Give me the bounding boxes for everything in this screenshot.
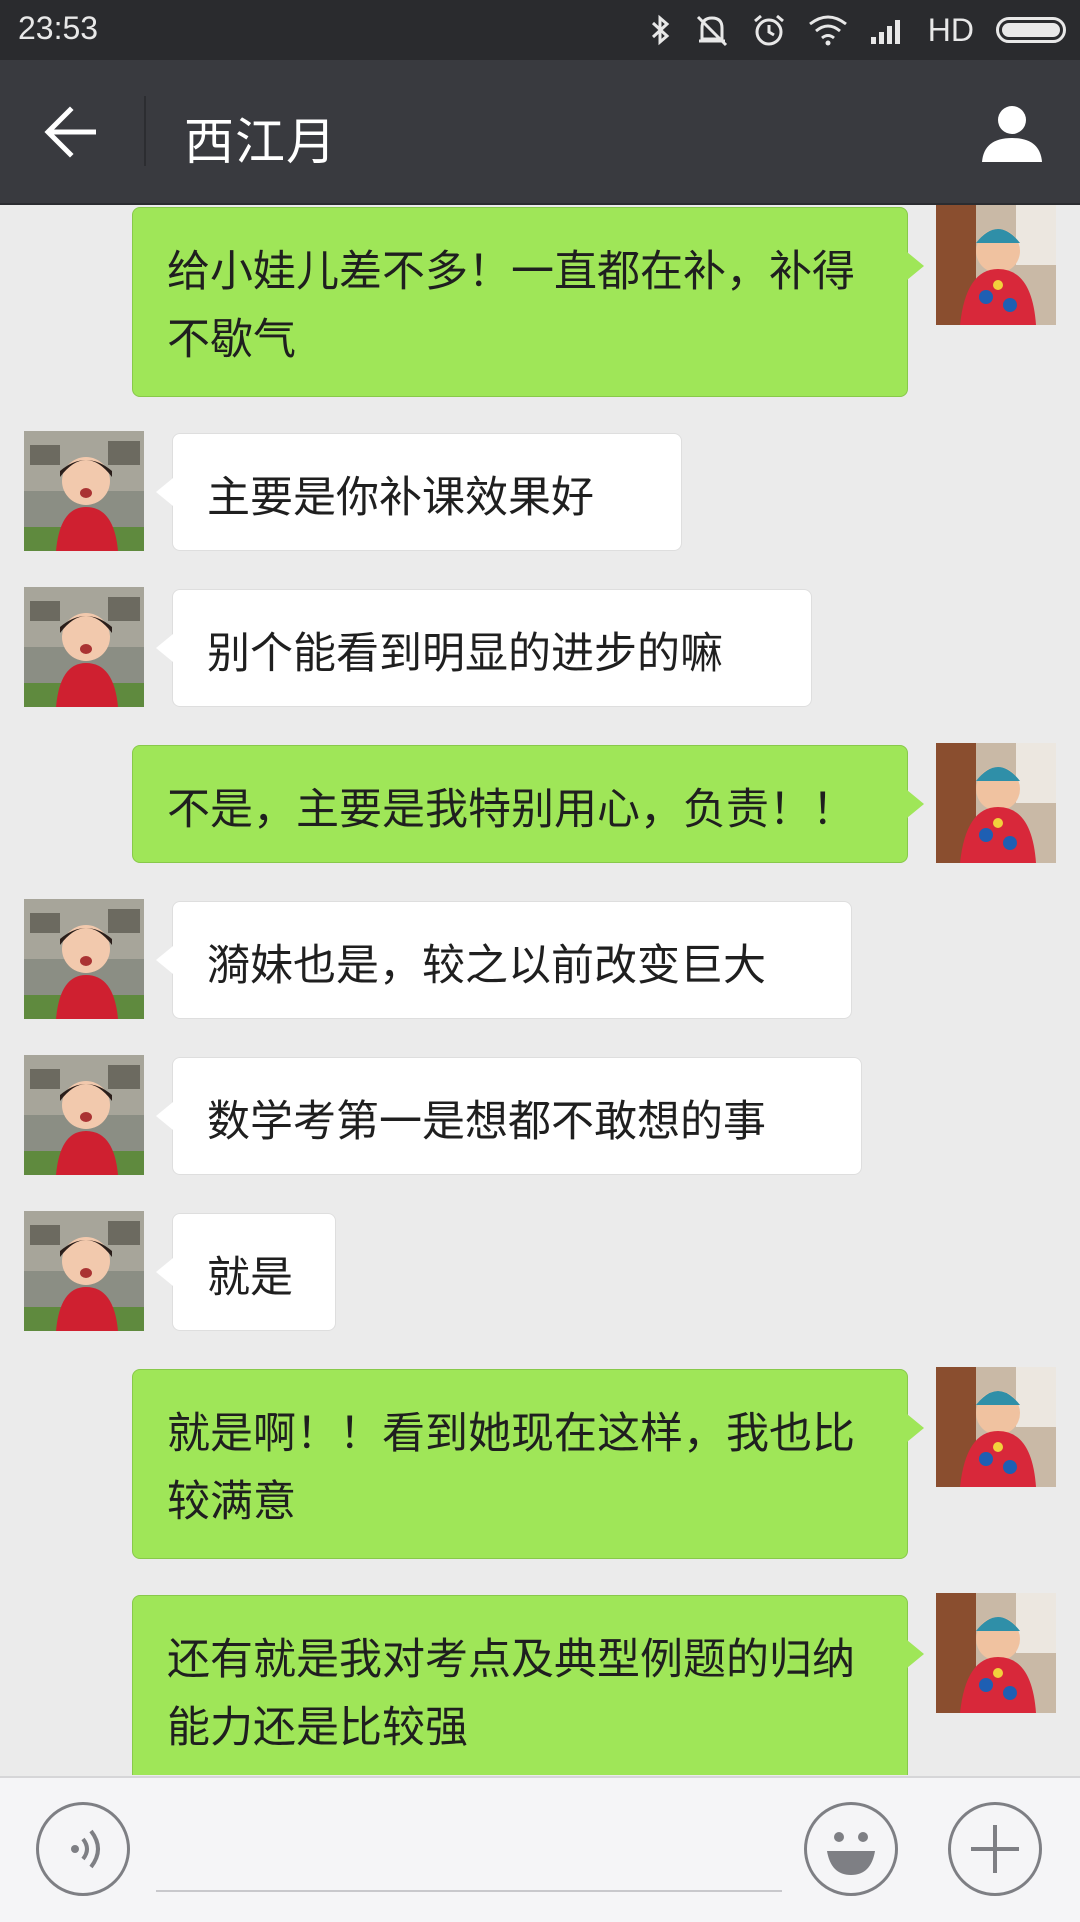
message-row: 数学考第一是想都不敢想的事 [0, 1053, 1080, 1175]
bubble-tail [156, 1102, 173, 1130]
message-input[interactable] [156, 1818, 782, 1892]
emoji-icon [827, 1832, 875, 1875]
my-message-bubble[interactable]: 还有就是我对考点及典型例题的归纳能力还是比较强 [132, 1595, 924, 1775]
contact-message-bubble[interactable]: 漪妹也是，较之以前改变巨大 [156, 901, 852, 1019]
alarm-icon [752, 13, 786, 47]
message-text: 不是，主要是我特别用心，负责！！ [167, 785, 855, 835]
title-divider [144, 96, 146, 166]
emoji-button[interactable] [804, 1802, 898, 1896]
signal-icon [870, 15, 906, 45]
bubble-tail [156, 1258, 173, 1286]
message-row: 不是，主要是我特别用心，负责！！ [0, 741, 1080, 863]
back-arrow-icon [44, 106, 96, 158]
status-bar: 23:53 HD [0, 0, 1080, 60]
bubble-tail [156, 478, 173, 506]
my-avatar[interactable] [936, 1367, 1056, 1487]
message-text: 漪妹也是，较之以前改变巨大 [207, 941, 766, 991]
profile-icon [982, 106, 1042, 162]
status-icons: HD [650, 8, 1066, 52]
plus-button[interactable] [948, 1802, 1042, 1896]
bubble-tail [156, 946, 173, 974]
message-text: 还有就是我对考点及典型例题的归纳能力还是比较强 [167, 1635, 855, 1753]
message-row: 给小娃儿差不多！一直都在补，补得不歇气 [0, 205, 1080, 397]
bubble-tail [907, 252, 924, 280]
message-row: 就是 [0, 1209, 1080, 1331]
contact-message-bubble[interactable]: 别个能看到明显的进步的嘛 [156, 589, 812, 707]
plus-icon [971, 1825, 1019, 1873]
message-row: 主要是你补课效果好 [0, 429, 1080, 551]
message-text: 给小娃儿差不多！一直都在补，补得不歇气 [167, 247, 855, 365]
title-bar: 西江月 [0, 60, 1080, 205]
input-bar [0, 1776, 1080, 1922]
contact-avatar[interactable] [24, 1055, 144, 1175]
my-avatar[interactable] [936, 743, 1056, 863]
bluetooth-icon [650, 14, 672, 46]
wifi-icon [808, 14, 848, 46]
back-button[interactable] [40, 100, 104, 164]
bubble-tail [907, 790, 924, 818]
message-row: 漪妹也是，较之以前改变巨大 [0, 897, 1080, 1019]
voice-button[interactable] [36, 1802, 130, 1896]
message-text: 数学考第一是想都不敢想的事 [207, 1097, 766, 1147]
message-text: 别个能看到明显的进步的嘛 [207, 629, 723, 679]
message-row: 还有就是我对考点及典型例题的归纳能力还是比较强 [0, 1591, 1080, 1775]
voice-input-icon [71, 1829, 100, 1869]
my-message-bubble[interactable]: 给小娃儿差不多！一直都在补，补得不歇气 [132, 207, 924, 397]
network-label: HD [927, 11, 974, 48]
message-text: 主要是你补课效果好 [207, 473, 594, 523]
message-text: 就是啊！！看到她现在这样，我也比较满意 [167, 1409, 855, 1527]
message-text: 就是 [207, 1253, 293, 1303]
contact-message-bubble[interactable]: 数学考第一是想都不敢想的事 [156, 1057, 862, 1175]
chat-title: 西江月 [184, 113, 337, 171]
contact-message-bubble[interactable]: 主要是你补课效果好 [156, 433, 682, 551]
contact-avatar[interactable] [24, 899, 144, 1019]
profile-button[interactable] [980, 100, 1044, 164]
chat-area[interactable]: 给小娃儿差不多！一直都在补，补得不歇气主要是你补课效果好别个能看到明显的进步的嘛… [0, 205, 1080, 1775]
contact-avatar[interactable] [24, 431, 144, 551]
my-message-bubble[interactable]: 不是，主要是我特别用心，负责！！ [132, 745, 924, 863]
status-time: 23:53 [18, 10, 99, 46]
bubble-tail [156, 634, 173, 662]
battery-icon [996, 17, 1066, 43]
message-row: 就是啊！！看到她现在这样，我也比较满意 [0, 1365, 1080, 1559]
contact-avatar[interactable] [24, 1211, 144, 1331]
message-row: 别个能看到明显的进步的嘛 [0, 585, 1080, 707]
my-message-bubble[interactable]: 就是啊！！看到她现在这样，我也比较满意 [132, 1369, 924, 1559]
silent-mode-icon [694, 13, 730, 47]
my-avatar[interactable] [936, 1593, 1056, 1713]
bubble-tail [907, 1640, 924, 1668]
my-avatar[interactable] [936, 205, 1056, 325]
contact-message-bubble[interactable]: 就是 [156, 1213, 336, 1331]
bubble-tail [907, 1414, 924, 1442]
contact-avatar[interactable] [24, 587, 144, 707]
